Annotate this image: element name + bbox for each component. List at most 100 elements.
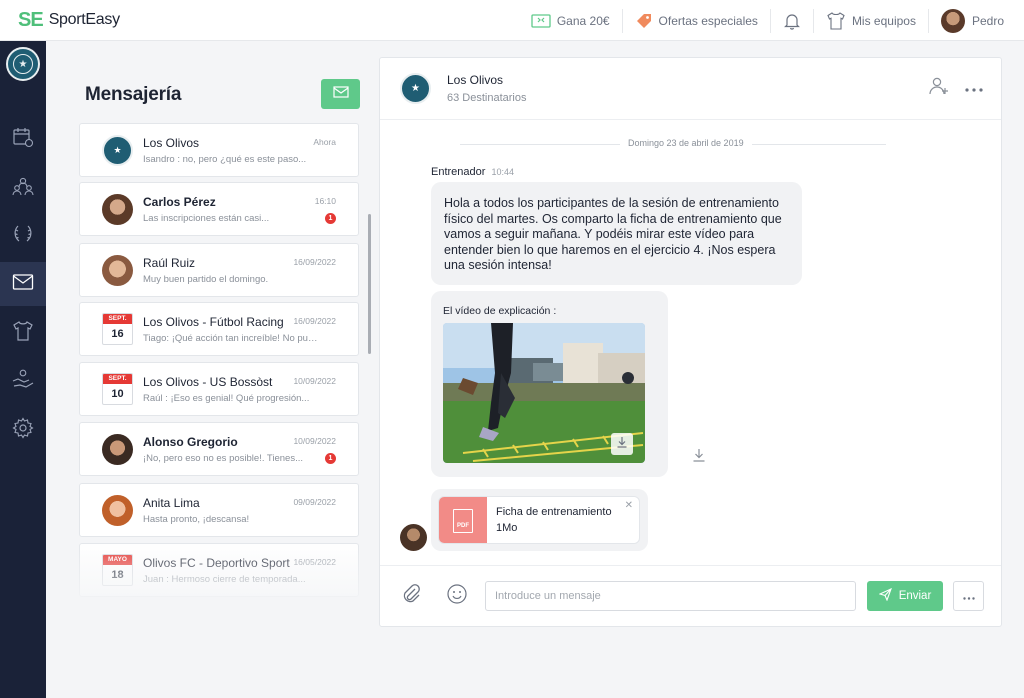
calendar-month: MAYO xyxy=(103,555,132,565)
conversation-name: Los Olivos - Fútbol Racing xyxy=(143,315,284,329)
conversation-name: Los Olivos xyxy=(143,136,200,150)
conversation-name: Anita Lima xyxy=(143,496,200,510)
add-recipient-button[interactable] xyxy=(927,76,951,100)
sidebar-item-team[interactable] xyxy=(0,311,46,355)
gear-icon xyxy=(12,416,34,444)
date-label: Domingo 23 de abril de 2019 xyxy=(620,138,752,148)
conversation-item[interactable]: Raúl Ruiz 16/09/2022 Muy buen partido el… xyxy=(79,243,359,297)
conversation-name: Olivos FC - Deportivo Sport xyxy=(143,556,290,570)
conversation-scrollbar[interactable] xyxy=(368,214,371,354)
earn-link[interactable]: Gana 20€ xyxy=(519,9,622,33)
conversation-preview: Tiago: ¡Qué acción tan increíble! No pue… xyxy=(143,333,321,344)
conversation-item[interactable]: MAYO 18 Olivos FC - Deportivo Sport 16/0… xyxy=(79,543,359,597)
my-teams-link[interactable]: Mis equipos xyxy=(812,8,928,33)
avatar xyxy=(102,495,133,526)
send-label: Enviar xyxy=(898,590,932,602)
file-name: Ficha de entrenamiento xyxy=(496,506,612,518)
more-options-button[interactable] xyxy=(962,76,986,100)
conversation-item[interactable]: SEPT. 16 Los Olivos - Fútbol Racing 16/0… xyxy=(79,302,359,356)
my-teams-label: Mis equipos xyxy=(851,13,916,28)
download-video-button[interactable] xyxy=(692,448,706,467)
user-menu[interactable]: Pedro xyxy=(927,8,1024,33)
video-message: El vídeo de explicación : xyxy=(431,291,668,477)
conversation-name: Alonso Gregorio xyxy=(143,435,238,449)
event-calendar-icon: MAYO 18 xyxy=(102,554,133,586)
calendar-day: 18 xyxy=(111,569,124,581)
offers-label: Ofertas especiales xyxy=(658,13,758,28)
tag-icon xyxy=(635,12,653,30)
file-attachment[interactable]: PDF Ficha de entrenamiento 1Mo ✕ xyxy=(438,496,640,544)
sidebar: ★ xyxy=(0,41,46,698)
conversation-item[interactable]: Alonso Gregorio 10/09/2022 ¡No, pero eso… xyxy=(79,422,359,476)
sidebar-item-settings[interactable] xyxy=(0,408,46,452)
top-nav: Gana 20€ Ofertas especiales Mis equipos … xyxy=(519,0,1024,41)
unread-badge: 1 xyxy=(325,213,336,224)
send-button[interactable]: Enviar xyxy=(867,581,943,611)
sidebar-item-calendar[interactable] xyxy=(0,117,46,161)
sidebar-item-partners[interactable] xyxy=(0,359,46,403)
chat-panel: ★ Los Olivos 63 Destinatarios Domingo 23… xyxy=(379,57,1002,627)
calendar-icon xyxy=(12,126,34,153)
handshake-icon xyxy=(11,368,35,395)
sidebar-item-messages[interactable] xyxy=(0,262,46,306)
user-avatar xyxy=(940,8,965,33)
sender-name: Entrenador xyxy=(431,166,486,178)
add-user-icon xyxy=(928,75,950,102)
sporteasy-logo[interactable]: SE SportEasy xyxy=(18,10,120,30)
close-icon[interactable]: ✕ xyxy=(625,500,633,511)
sidebar-item-members[interactable] xyxy=(0,166,46,210)
message-input[interactable] xyxy=(485,581,856,611)
conversation-time: Ahora xyxy=(313,137,336,147)
download-icon xyxy=(692,449,706,466)
calendar-month: SEPT. xyxy=(103,314,132,324)
conversation-time: 16/09/2022 xyxy=(293,257,336,267)
notifications-button[interactable] xyxy=(769,8,813,33)
conversation-name: Raúl Ruiz xyxy=(143,256,196,270)
unread-badge: 1 xyxy=(325,453,336,464)
video-thumbnail[interactable] xyxy=(443,323,645,463)
chat-header: ★ Los Olivos 63 Destinatarios xyxy=(380,58,1001,120)
conversation-item[interactable]: Anita Lima 09/09/2022 Hasta pronto, ¡des… xyxy=(79,483,359,537)
conversation-name: Carlos Pérez xyxy=(143,195,216,209)
conversation-preview: Muy buen partido el domingo. xyxy=(143,274,269,285)
download-button[interactable] xyxy=(611,433,633,455)
earn-label: Gana 20€ xyxy=(556,13,610,28)
recipients-count[interactable]: 63 Destinatarios xyxy=(447,92,527,104)
laurel-icon xyxy=(12,223,34,250)
sidebar-item-trophies[interactable] xyxy=(0,214,46,258)
conversation-time: 16/09/2022 xyxy=(293,316,336,326)
calendar-day: 16 xyxy=(111,328,124,340)
conversation-item[interactable]: SEPT. 10 Los Olivos - US Bossòst 10/09/2… xyxy=(79,362,359,416)
conversation-preview: Juan : Hermoso cierre de temporada... xyxy=(143,574,306,585)
club-avatar: ★ xyxy=(400,73,431,104)
top-bar: SE SportEasy Gana 20€ Ofertas especiales… xyxy=(0,0,1024,41)
pdf-type-label: PDF xyxy=(453,509,473,533)
offers-link[interactable]: Ofertas especiales xyxy=(621,8,770,33)
calendar-day: 10 xyxy=(111,388,124,400)
send-icon xyxy=(878,587,892,604)
pdf-icon: PDF xyxy=(439,497,487,543)
shirt-icon xyxy=(826,11,846,30)
smiley-icon xyxy=(446,583,468,610)
conversation-time: 09/09/2022 xyxy=(293,497,336,507)
message-time: 10:44 xyxy=(491,167,515,177)
composer-more-button[interactable] xyxy=(953,581,984,611)
members-icon xyxy=(12,175,34,202)
bell-icon xyxy=(783,11,801,31)
message-bubble: Hola a todos los participantes de la ses… xyxy=(431,182,802,285)
avatar xyxy=(102,434,133,465)
attach-button[interactable] xyxy=(399,583,423,608)
mail-icon xyxy=(332,85,349,103)
club-badge[interactable]: ★ xyxy=(6,47,40,81)
emoji-button[interactable] xyxy=(445,583,469,610)
conversation-preview: Isandro : no, pero ¿qué es este paso... xyxy=(143,154,307,165)
event-calendar-icon: SEPT. 16 xyxy=(102,313,133,345)
logo-text: SportEasy xyxy=(48,11,120,28)
conversation-item[interactable]: Carlos Pérez 16:10 Las inscripciones est… xyxy=(79,182,359,236)
compose-button[interactable] xyxy=(321,79,360,109)
conversation-name: Los Olivos - US Bossòst xyxy=(143,375,273,389)
event-calendar-icon: SEPT. 10 xyxy=(102,373,133,405)
avatar xyxy=(102,194,133,225)
more-dots-icon xyxy=(965,79,983,97)
conversation-item[interactable]: ★ Los Olivos Ahora Isandro : no, pero ¿q… xyxy=(79,123,359,177)
